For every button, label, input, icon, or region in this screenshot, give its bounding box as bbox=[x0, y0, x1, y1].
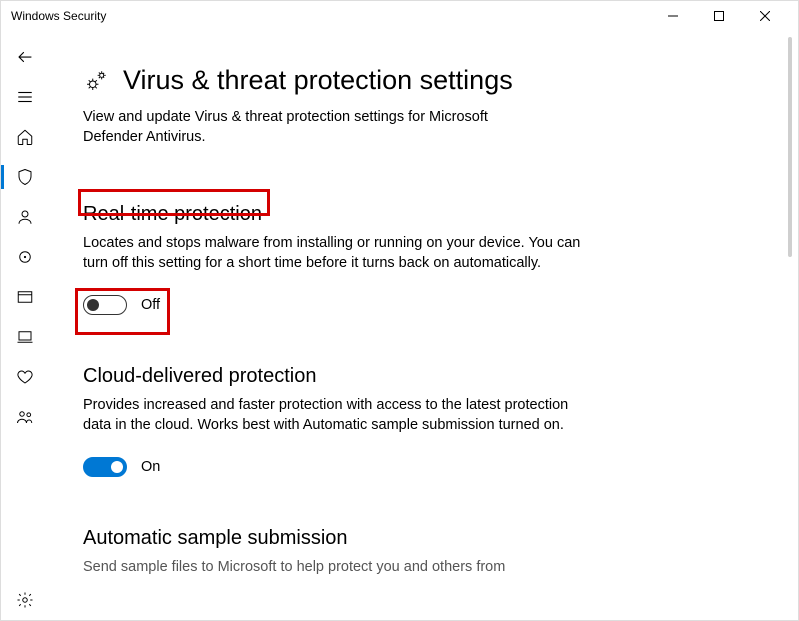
close-icon bbox=[760, 11, 770, 21]
realtime-toggle[interactable] bbox=[83, 295, 127, 315]
scroll-thumb[interactable] bbox=[788, 37, 792, 257]
sidebar-item-device-security[interactable] bbox=[1, 317, 49, 357]
section-realtime-desc: Locates and stops malware from installin… bbox=[83, 234, 583, 273]
realtime-toggle-row: Off bbox=[83, 295, 583, 315]
page-title: Virus & threat protection settings bbox=[123, 65, 513, 96]
section-cloud-desc: Provides increased and faster protection… bbox=[83, 396, 583, 435]
sidebar bbox=[1, 31, 49, 620]
sidebar-item-family[interactable] bbox=[1, 397, 49, 437]
content-area: Virus & threat protection settings View … bbox=[49, 31, 798, 620]
section-sample-title: Automatic sample submission bbox=[83, 527, 583, 550]
shield-icon bbox=[16, 168, 34, 186]
window-title: Windows Security bbox=[11, 9, 106, 23]
realtime-toggle-label: Off bbox=[141, 297, 160, 313]
section-realtime-title: Real-time protection bbox=[83, 203, 583, 226]
page-header: Virus & threat protection settings bbox=[83, 65, 758, 96]
minimize-icon bbox=[668, 11, 678, 21]
section-realtime: Real-time protection Locates and stops m… bbox=[83, 203, 583, 315]
cloud-toggle-label: On bbox=[141, 459, 160, 475]
window-controls bbox=[650, 1, 788, 31]
sidebar-item-device-performance[interactable] bbox=[1, 357, 49, 397]
section-sample: Automatic sample submission Send sample … bbox=[83, 527, 583, 578]
gears-icon bbox=[83, 68, 109, 94]
gear-icon bbox=[16, 591, 34, 609]
back-icon bbox=[16, 48, 34, 66]
page-subtitle: View and update Virus & threat protectio… bbox=[83, 108, 543, 147]
vertical-scrollbar[interactable] bbox=[784, 31, 798, 620]
sidebar-item-account[interactable] bbox=[1, 197, 49, 237]
sidebar-item-settings[interactable] bbox=[1, 580, 49, 620]
close-button[interactable] bbox=[742, 1, 788, 31]
device-icon bbox=[16, 328, 34, 346]
menu-button[interactable] bbox=[1, 77, 49, 117]
sidebar-item-app-browser[interactable] bbox=[1, 277, 49, 317]
section-cloud-title: Cloud-delivered protection bbox=[83, 365, 583, 388]
cloud-toggle[interactable] bbox=[83, 457, 127, 477]
heart-icon bbox=[16, 368, 34, 386]
cloud-toggle-row: On bbox=[83, 457, 583, 477]
family-icon bbox=[16, 408, 34, 426]
app-window: Windows Security bbox=[0, 0, 799, 621]
hamburger-icon bbox=[16, 88, 34, 106]
back-button[interactable] bbox=[1, 37, 49, 77]
home-icon bbox=[16, 128, 34, 146]
sidebar-item-firewall[interactable] bbox=[1, 237, 49, 277]
minimize-button[interactable] bbox=[650, 1, 696, 31]
maximize-icon bbox=[714, 11, 724, 21]
sidebar-item-virus-threat[interactable] bbox=[1, 157, 49, 197]
maximize-button[interactable] bbox=[696, 1, 742, 31]
sidebar-item-home[interactable] bbox=[1, 117, 49, 157]
section-sample-desc: Send sample files to Microsoft to help p… bbox=[83, 558, 583, 578]
app-browser-icon bbox=[16, 288, 34, 306]
person-icon bbox=[16, 208, 34, 226]
network-icon bbox=[16, 248, 34, 266]
toggle-knob bbox=[87, 299, 99, 311]
toggle-knob bbox=[111, 461, 123, 473]
section-cloud: Cloud-delivered protection Provides incr… bbox=[83, 365, 583, 477]
titlebar: Windows Security bbox=[1, 1, 798, 31]
